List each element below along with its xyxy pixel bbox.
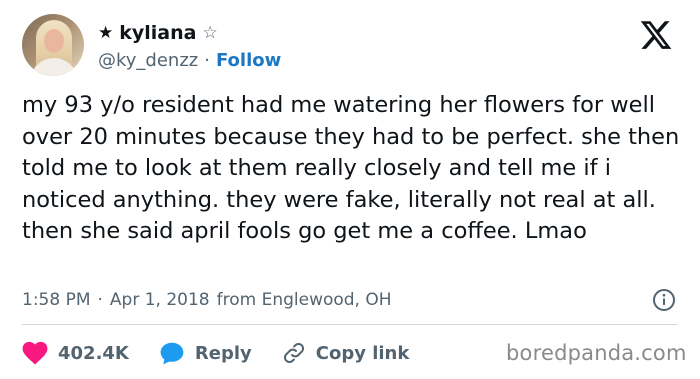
info-icon[interactable] (652, 288, 676, 312)
link-icon (283, 342, 304, 364)
tweet-card: ★ kyliana ☆ @ky_denzz · Follow my 93 y/o… (0, 0, 700, 379)
heart-icon (22, 341, 48, 365)
reply-label: Reply (194, 342, 252, 364)
follow-button[interactable]: Follow (216, 50, 281, 71)
copy-link-button[interactable]: Copy link (282, 341, 410, 365)
watermark: boredpanda.com (506, 341, 687, 365)
copy-link-label: Copy link (315, 342, 410, 364)
author-name[interactable]: kyliana (119, 22, 196, 44)
avatar[interactable] (22, 14, 84, 76)
tweet-text: my 93 y/o resident had me watering her f… (22, 92, 680, 244)
meta-separator: · (97, 290, 103, 310)
x-logo-icon[interactable] (638, 18, 674, 52)
author-name-row[interactable]: ★ kyliana ☆ (98, 20, 218, 46)
tweet-location: from Englewood, OH (216, 290, 392, 310)
action-bar: 402.4K Reply Copy link (22, 338, 409, 368)
tweet-meta: 1:58 PM · Apr 1, 2018 from Englewood, OH (22, 286, 392, 314)
handle-separator: · (204, 49, 210, 71)
divider (22, 324, 678, 325)
star-solid-icon: ★ (98, 23, 114, 43)
like-count: 402.4K (58, 342, 129, 364)
tweet-date[interactable]: Apr 1, 2018 (110, 290, 210, 310)
speech-bubble-icon (160, 342, 184, 365)
author-handle-row: @ky_denzz · Follow (98, 48, 281, 72)
reply-button[interactable]: Reply (159, 340, 252, 366)
author-handle[interactable]: @ky_denzz (98, 50, 198, 71)
tweet-time[interactable]: 1:58 PM (22, 290, 91, 310)
like-button[interactable]: 402.4K (22, 341, 129, 365)
star-outline-icon: ☆ (202, 23, 218, 43)
